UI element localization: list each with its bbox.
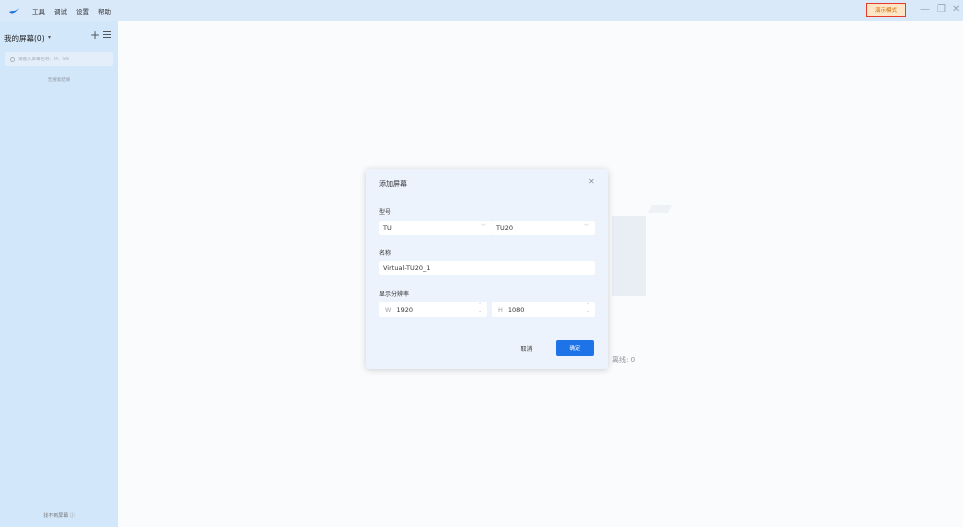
background-illustration	[612, 216, 646, 296]
menu-help[interactable]: 帮助	[98, 6, 111, 16]
menu-settings[interactable]: 设置	[76, 6, 89, 16]
title-bar: 工具 调试 设置 帮助 演示模式 — ❐ ✕	[0, 0, 963, 21]
model-series-value: TU	[383, 224, 392, 232]
sidebar: 我的屏幕(0) ▾ + 无搜索结果 找不到屏幕 ⓘ	[0, 21, 118, 527]
dialog-title: 添加屏幕	[379, 180, 407, 188]
search-icon	[10, 56, 15, 62]
demo-mode-button[interactable]: 演示模式	[866, 3, 906, 17]
empty-result-text: 无搜索结果	[47, 78, 71, 83]
search-input[interactable]	[18, 56, 108, 62]
cancel-button[interactable]: 取消	[508, 340, 545, 356]
add-screen-dialog: 添加屏幕 ✕ 型号 TU ﹀ TU20 ﹀ 名称 显示分辨率 W 1920 ⌃⌄…	[366, 169, 608, 369]
restore-icon[interactable]: ❐	[937, 2, 946, 18]
height-prefix: H	[498, 305, 503, 314]
confirm-button[interactable]: 确定	[556, 340, 594, 356]
menu-tools[interactable]: 工具	[32, 6, 45, 16]
model-value: TU20	[496, 224, 513, 232]
my-screens-title[interactable]: 我的屏幕(0)	[4, 33, 45, 44]
chevron-down-icon: ﹀	[583, 224, 589, 230]
not-found-link[interactable]: 找不到屏幕 ⓘ	[0, 512, 118, 519]
close-icon[interactable]: ✕	[588, 177, 595, 186]
model-series-select[interactable]: TU ﹀	[379, 221, 492, 235]
width-prefix: W	[385, 305, 392, 314]
menu-debug[interactable]: 调试	[54, 6, 67, 16]
name-label: 名称	[379, 250, 392, 257]
search-box	[5, 52, 113, 66]
width-input[interactable]: W 1920 ⌃ ⌄	[379, 302, 487, 317]
close-window-icon[interactable]: ✕	[952, 2, 960, 18]
add-screen-icon[interactable]: +	[90, 29, 100, 41]
model-select[interactable]: TU20 ﹀	[492, 221, 595, 235]
height-value: 1080	[507, 305, 525, 314]
menu-bar: 工具 调试 设置 帮助	[32, 6, 120, 16]
offline-count: 离线: 0	[612, 356, 636, 364]
name-input[interactable]	[379, 261, 595, 275]
chevron-down-icon[interactable]: ▾	[48, 34, 51, 41]
minimize-icon[interactable]: —	[920, 2, 930, 18]
resolution-label: 显示分辨率	[379, 291, 410, 298]
model-label: 型号	[379, 209, 392, 216]
list-view-icon[interactable]	[103, 31, 111, 38]
stepper-icon[interactable]: ⌃ ⌄	[478, 303, 482, 315]
height-input[interactable]: H 1080 ⌃ ⌄	[492, 302, 595, 317]
stepper-icon[interactable]: ⌃ ⌄	[586, 303, 590, 315]
app-logo-icon	[9, 6, 20, 14]
chevron-down-icon: ﹀	[480, 224, 486, 230]
width-value: 1920	[396, 305, 413, 314]
